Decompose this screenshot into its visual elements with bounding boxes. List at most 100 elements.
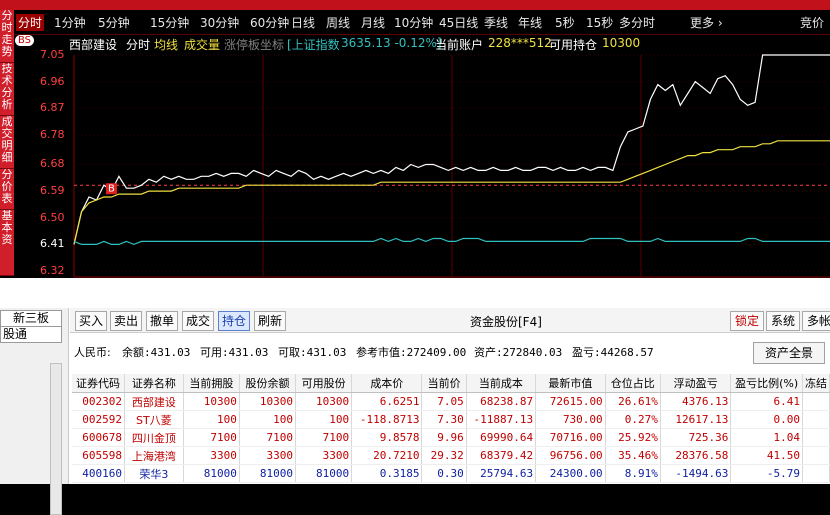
avg-line-label[interactable]: 均线 [154, 36, 178, 53]
positions-button[interactable]: 持仓 [218, 311, 250, 331]
menu-bar [0, 0, 830, 10]
vtab-timeshare[interactable]: 分时走势 [0, 10, 14, 63]
system-button[interactable]: 系统 [766, 311, 800, 331]
withdrawable-value: 可取:431.03 [278, 346, 347, 359]
table-row[interactable]: 600678 四川金顶 7100 7100 7100 9.8578 9.96 69990.64… [72, 428, 830, 447]
column-header[interactable]: 盈亏比例(%) [730, 374, 803, 393]
table-cell: 10300 [239, 392, 297, 411]
table-cell: 730.00 [535, 410, 606, 429]
buy-button[interactable]: 买入 [75, 311, 107, 331]
period-multi[interactable]: 多分时 [619, 14, 655, 31]
sell-button[interactable]: 卖出 [110, 311, 142, 331]
period-auction[interactable]: 竞价 [800, 14, 824, 31]
column-header[interactable]: 最新市值 [535, 374, 606, 393]
table-cell: 68238.87 [466, 392, 537, 411]
volume-label[interactable]: 成交量 [184, 36, 220, 53]
table-row[interactable]: 605598 上海港湾 3300 3300 3300 20.7210 29.32 68379.… [72, 446, 830, 465]
table-cell: 81000 [183, 464, 240, 483]
table-cell: 100 [183, 410, 240, 429]
period-year[interactable]: 年线 [518, 14, 542, 31]
asset-overview-button[interactable]: 资产全景 [753, 342, 825, 364]
table-cell: 20.7210 [351, 446, 423, 465]
column-header[interactable]: 浮动盈亏 [660, 374, 732, 393]
table-row[interactable]: 002592 ST八菱 100 100 100 -118.8713 7.30 -11887.1… [72, 410, 830, 429]
chart-plot[interactable]: B [14, 52, 830, 278]
table-cell: 7100 [183, 428, 240, 447]
column-header[interactable]: 股份余额 [239, 374, 297, 393]
column-header[interactable]: 证券名称 [124, 374, 184, 393]
column-header[interactable]: 可用股份 [295, 374, 353, 393]
table-cell: 002302 [72, 392, 125, 411]
table-cell: 3300 [239, 446, 297, 465]
period-15sec[interactable]: 15秒 [586, 14, 613, 31]
period-10min[interactable]: 10分钟 [394, 14, 433, 31]
period-month[interactable]: 月线 [361, 14, 385, 31]
column-header[interactable]: 当前拥股 [183, 374, 240, 393]
account-label: 当前账户 [435, 38, 484, 52]
menu-new-third-board[interactable]: 新三板 [0, 310, 62, 327]
table-row[interactable]: 002302 西部建设 10300 10300 10300 6.6251 7.05 68238… [72, 392, 830, 411]
table-cell: 7100 [239, 428, 297, 447]
buy-marker-label: B [108, 184, 115, 195]
table-cell: 4376.13 [660, 392, 732, 411]
period-bar: 分时 1分钟 5分钟 15分钟 30分钟 60分钟 日线 周线 月线 10分钟 … [14, 10, 830, 35]
table-cell: 100 [295, 410, 353, 429]
table-cell: 81000 [295, 464, 353, 483]
table-cell-empty [802, 446, 830, 465]
table-cell: 0.00 [730, 410, 803, 429]
column-header[interactable]: 成本价 [351, 374, 423, 393]
period-5min[interactable]: 5分钟 [98, 14, 130, 31]
vtab-technical[interactable]: 技术分析 [0, 63, 14, 116]
intraday-chart[interactable]: 7.05 6.96 6.87 6.78 6.68 6.59 6.50 6.41 6.32 B [14, 48, 830, 278]
column-header[interactable]: 当前价 [421, 374, 467, 393]
menu-stock-connect[interactable]: 股通 [0, 326, 62, 343]
period-60min[interactable]: 60分钟 [250, 14, 289, 31]
table-cell: 6.41 [730, 392, 803, 411]
trades-button[interactable]: 成交 [182, 311, 214, 331]
vertical-tab-strip: 分时走势 技术分析 成交明细 分价表 基本资 [0, 10, 14, 276]
period-quarter[interactable]: 季线 [484, 14, 508, 31]
trading-panel: 新三板 股通 买入 卖出 撤单 成交 持仓 刷新 资金股份[F4] 锁定 系统 … [0, 278, 830, 515]
panel-divider [0, 278, 830, 308]
period-day[interactable]: 日线 [291, 14, 315, 31]
index-value: 3635.13 -0.12%] [341, 36, 442, 50]
total-assets: 资产:272840.03 [474, 346, 563, 359]
vtab-fundamentals[interactable]: 基本资 [0, 210, 14, 276]
table-cell: 3300 [295, 446, 353, 465]
table-cell-empty [802, 392, 830, 411]
column-header[interactable]: 仓位占比 [605, 374, 661, 393]
cancel-order-button[interactable]: 撤单 [146, 311, 178, 331]
table-row[interactable]: 400160 荣华3 81000 81000 81000 0.3185 0.30 25794.… [72, 464, 830, 483]
multi-account-button[interactable]: 多帐 [802, 311, 830, 331]
table-cell: 400160 [72, 464, 125, 483]
table-cell: 25.92% [605, 428, 661, 447]
period-45day[interactable]: 45日线 [439, 14, 478, 31]
period-5sec[interactable]: 5秒 [555, 14, 575, 31]
column-header[interactable]: 冻结 [802, 374, 830, 393]
table-cell: 10300 [295, 392, 353, 411]
table-cell: 上海港湾 [124, 446, 184, 465]
bs-badge[interactable]: BS [15, 35, 35, 46]
limit-coord-label[interactable]: 涨停板坐标 [224, 36, 284, 53]
vtab-price-table[interactable]: 分价表 [0, 169, 14, 210]
lock-button[interactable]: 锁定 [730, 311, 764, 331]
table-cell: 29.32 [421, 446, 467, 465]
period-week[interactable]: 周线 [326, 14, 350, 31]
column-header[interactable]: 证券代码 [72, 374, 125, 393]
period-30min[interactable]: 30分钟 [200, 14, 239, 31]
table-cell: 72615.00 [535, 392, 606, 411]
table-cell: 0.3185 [351, 464, 423, 483]
left-scrollbar[interactable] [50, 363, 62, 515]
stock-name: 西部建设 [69, 38, 118, 52]
period-1min[interactable]: 1分钟 [54, 14, 86, 31]
vtab-trades[interactable]: 成交明细 [0, 116, 14, 169]
index-label[interactable]: [上证指数 [287, 36, 340, 53]
table-cell-empty [802, 428, 830, 447]
column-header[interactable]: 当前成本 [466, 374, 537, 393]
refresh-button[interactable]: 刷新 [254, 311, 286, 331]
more-periods[interactable]: 更多 › [690, 14, 723, 31]
table-cell: 西部建设 [124, 392, 184, 411]
table-cell: 35.46% [605, 446, 661, 465]
period-timeshare[interactable]: 分时 [16, 14, 45, 31]
period-15min[interactable]: 15分钟 [150, 14, 189, 31]
